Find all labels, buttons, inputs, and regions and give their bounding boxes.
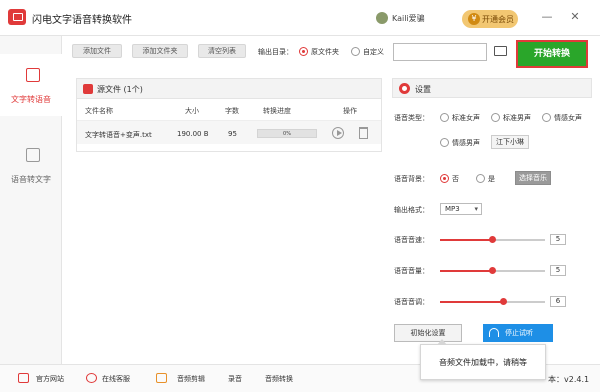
file-icon: [83, 84, 93, 94]
user-service-icon: [86, 373, 97, 383]
background-no-radio[interactable]: [440, 174, 449, 183]
text-to-speech-icon: [26, 68, 40, 82]
output-custom-radio[interactable]: [351, 47, 360, 56]
add-file-button[interactable]: 添加文件: [72, 44, 122, 58]
file-name-cell: 文字转语音+变声.txt: [85, 131, 152, 139]
speed-slider-track: [492, 239, 545, 241]
close-button[interactable]: ✕: [568, 10, 582, 24]
volume-label: 语音音量：: [394, 267, 429, 275]
monitor-icon: [18, 373, 29, 383]
start-convert-button[interactable]: 开始转换: [516, 40, 588, 68]
word-count-cell: 95: [228, 130, 237, 138]
voice-type-label-emotional-female: 情感女声: [554, 114, 582, 122]
column-header-size: 大小: [185, 107, 199, 115]
pitch-slider-track: [503, 301, 545, 303]
pitch-label: 语音音调：: [394, 298, 429, 306]
table-row[interactable]: 文字转语音+变声.txt 190.00 B 95 0%: [77, 120, 381, 144]
voice-preset-button[interactable]: 江下小琳: [491, 135, 529, 149]
voice-type-radio-standard-male[interactable]: [491, 113, 500, 122]
headphone-icon: [489, 328, 499, 337]
column-header-name: 文件名称: [85, 107, 113, 115]
voice-type-label-standard-male: 标准男声: [503, 114, 531, 122]
voice-type-label: 语音类型：: [394, 114, 429, 122]
voice-type-label-standard-female: 标准女声: [452, 114, 480, 122]
user-name[interactable]: Kaili爱骗: [392, 13, 425, 24]
folder-icon[interactable]: [494, 46, 507, 56]
add-folder-button[interactable]: 添加文件夹: [132, 44, 188, 58]
column-header-words: 字数: [225, 107, 239, 115]
output-dir-label: 输出目录：: [258, 48, 293, 56]
avatar[interactable]: [376, 12, 388, 24]
speed-slider-thumb[interactable]: [489, 236, 496, 243]
voice-type-radio-emotional-male[interactable]: [440, 138, 449, 147]
pitch-value[interactable]: 6: [550, 296, 566, 307]
record-link[interactable]: 录音: [228, 374, 242, 384]
sidebar: 文字转语音 语音转文字: [0, 36, 62, 364]
voice-type-radio-standard-female[interactable]: [440, 113, 449, 122]
volume-value[interactable]: 5: [550, 265, 566, 276]
background-yes-radio[interactable]: [476, 174, 485, 183]
sidebar-item-speech-to-text[interactable]: 语音转文字: [0, 134, 62, 196]
volume-slider[interactable]: [440, 267, 545, 274]
column-header-progress: 转换进度: [263, 107, 291, 115]
choose-music-button[interactable]: 选择音乐: [515, 171, 551, 185]
settings-header: 设置: [392, 78, 592, 98]
stop-preview-label: 停止试听: [505, 329, 533, 337]
settings-title: 设置: [415, 85, 431, 94]
vip-button[interactable]: ¥ 开通会员: [462, 10, 518, 28]
progress-text: 0%: [283, 131, 291, 137]
format-select[interactable]: MP3: [440, 203, 482, 215]
conversion-progress: 0%: [257, 129, 317, 138]
output-custom-label: 自定义: [363, 48, 384, 56]
app-logo-icon: [8, 9, 26, 25]
speed-label: 语音音速：: [394, 236, 429, 244]
audio-edit-link[interactable]: 音频剪辑: [177, 374, 205, 384]
audio-convert-link[interactable]: 音频转换: [265, 374, 293, 384]
speech-to-text-icon: [26, 148, 40, 162]
background-no-label: 否: [452, 175, 459, 183]
voice-type-label-emotional-male: 情感男声: [452, 139, 480, 147]
sidebar-item-label: 语音转文字: [11, 175, 51, 184]
speed-value[interactable]: 5: [550, 234, 566, 245]
app-title: 闪电文字语音转换软件: [32, 15, 132, 26]
vip-label: 开通会员: [482, 15, 514, 24]
init-settings-button[interactable]: 初始化设置: [394, 324, 462, 342]
delete-icon[interactable]: [359, 127, 368, 139]
background-yes-label: 是: [488, 175, 495, 183]
output-original-label: 原文件夹: [311, 48, 339, 56]
background-label: 语音背景：: [394, 175, 429, 183]
gear-icon: [399, 83, 410, 94]
vip-icon: ¥: [468, 13, 480, 25]
version-text: 本：v2.4.1: [548, 375, 590, 384]
online-service-link[interactable]: 在线客服: [102, 374, 130, 384]
column-header-actions: 操作: [343, 107, 357, 115]
voice-type-radio-emotional-female[interactable]: [542, 113, 551, 122]
panel-title: 源文件 (1个): [97, 85, 143, 94]
clear-list-button[interactable]: 清空列表: [198, 44, 246, 58]
play-icon[interactable]: [332, 127, 344, 139]
pitch-slider-thumb[interactable]: [499, 298, 507, 305]
file-size-cell: 190.00 B: [177, 130, 209, 138]
volume-slider-track: [492, 270, 545, 272]
speed-slider[interactable]: [440, 236, 545, 243]
pitch-slider[interactable]: [440, 298, 545, 305]
sidebar-item-text-to-speech[interactable]: 文字转语音: [0, 54, 62, 116]
loading-tooltip: 音频文件加载中，请稍等: [420, 339, 546, 380]
format-label: 输出格式：: [394, 206, 429, 214]
official-site-link[interactable]: 官方网站: [36, 374, 64, 384]
output-original-radio[interactable]: [299, 47, 308, 56]
volume-slider-thumb[interactable]: [489, 267, 496, 274]
stop-preview-button[interactable]: 停止试听: [483, 324, 553, 342]
output-path-input[interactable]: [393, 43, 487, 61]
source-file-panel: 源文件 (1个) 文件名称 大小 字数 转换进度 操作 文字转语音+变声.txt…: [76, 78, 382, 152]
panel-header: 源文件 (1个): [77, 79, 381, 99]
title-bar: 闪电文字语音转换软件 Kaili爱骗 ¥ 开通会员 — ✕: [0, 0, 600, 36]
audio-edit-icon: [156, 373, 167, 383]
minimize-button[interactable]: —: [540, 10, 554, 24]
sidebar-item-label: 文字转语音: [11, 95, 51, 104]
